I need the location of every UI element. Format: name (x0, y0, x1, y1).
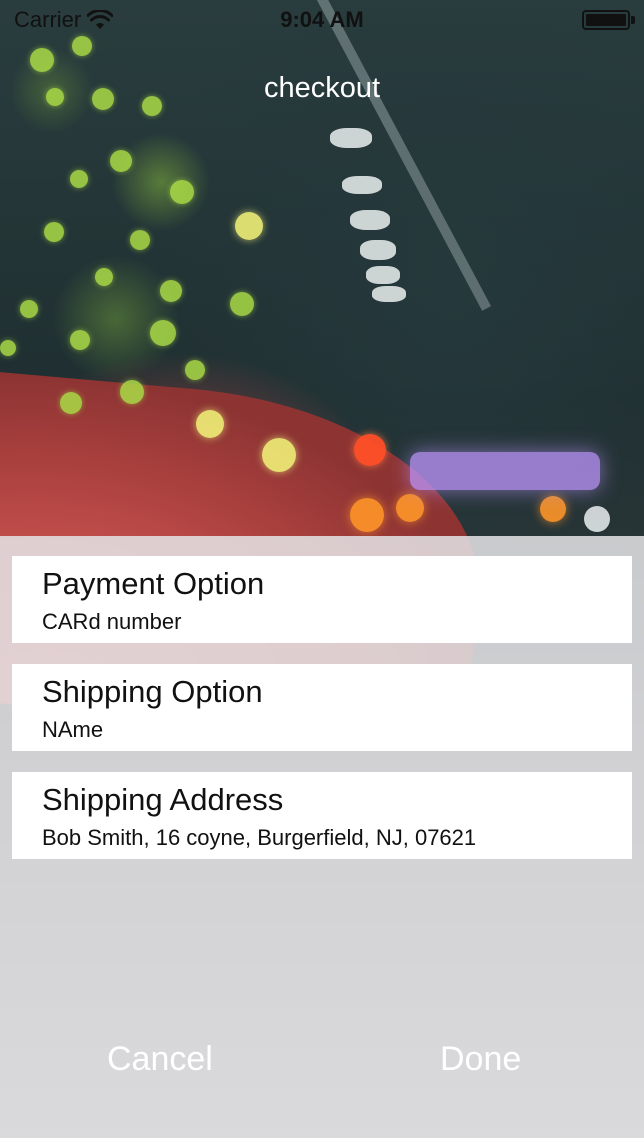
bokeh-light (70, 170, 88, 188)
checkout-panel: Payment Option CARd number Shipping Opti… (0, 536, 644, 1138)
battery-icon (582, 10, 635, 30)
neon-sign (410, 452, 600, 490)
bokeh-light (130, 230, 150, 250)
bokeh-light (330, 128, 372, 148)
bokeh-light (360, 240, 396, 260)
shipping-option-value: NAme (42, 717, 104, 742)
bokeh-light (44, 222, 64, 242)
bokeh-light (120, 380, 144, 404)
bokeh-light (95, 268, 113, 286)
light-streak (285, 0, 492, 311)
bokeh-light (366, 266, 400, 284)
bokeh-light (342, 176, 382, 194)
bokeh-light (0, 340, 16, 356)
shipping-option-title: Shipping Option (42, 674, 263, 709)
payment-option-title: Payment Option (42, 566, 265, 601)
bokeh-light (350, 498, 384, 532)
bokeh-light (150, 320, 176, 346)
bokeh-light (396, 494, 424, 522)
bokeh-light (584, 506, 610, 532)
bokeh-light (262, 438, 296, 472)
page-title: checkout (263, 72, 381, 104)
shipping-address-value: Bob Smith, 16 coyne, Burgerfield, NJ, 07… (42, 825, 477, 850)
bokeh-light (110, 150, 132, 172)
bokeh-light (354, 434, 386, 466)
bokeh-light (20, 300, 38, 318)
shipping-option-row[interactable]: Shipping Option NAme (12, 664, 632, 751)
bokeh-light (60, 392, 82, 414)
payment-option-row[interactable]: Payment Option CARd number (12, 556, 632, 643)
bokeh-light (372, 286, 406, 302)
status-time: 9:04 AM (280, 7, 364, 32)
payment-option-value: CARd number (42, 609, 182, 634)
battery-level-fill (586, 14, 626, 26)
bokeh-light (30, 48, 54, 72)
checkout-screen: Carrier 9:04 AM checkout Payment Option … (0, 0, 644, 1138)
bokeh-light (70, 330, 90, 350)
shipping-address-row[interactable]: Shipping Address Bob Smith, 16 coyne, Bu… (12, 772, 632, 859)
bokeh-light (185, 360, 205, 380)
bokeh-light (196, 410, 224, 438)
status-bar: Carrier 9:04 AM (0, 0, 644, 40)
bokeh-light (235, 212, 263, 240)
shipping-address-title: Shipping Address (42, 782, 284, 817)
bokeh-light (230, 292, 254, 316)
bokeh-light (160, 280, 182, 302)
done-button[interactable]: Done (440, 1040, 521, 1079)
battery-tip (631, 16, 635, 24)
bokeh-light (170, 180, 194, 204)
bokeh-light (350, 210, 390, 230)
cancel-button[interactable]: Cancel (107, 1040, 213, 1079)
bokeh-light (540, 496, 566, 522)
